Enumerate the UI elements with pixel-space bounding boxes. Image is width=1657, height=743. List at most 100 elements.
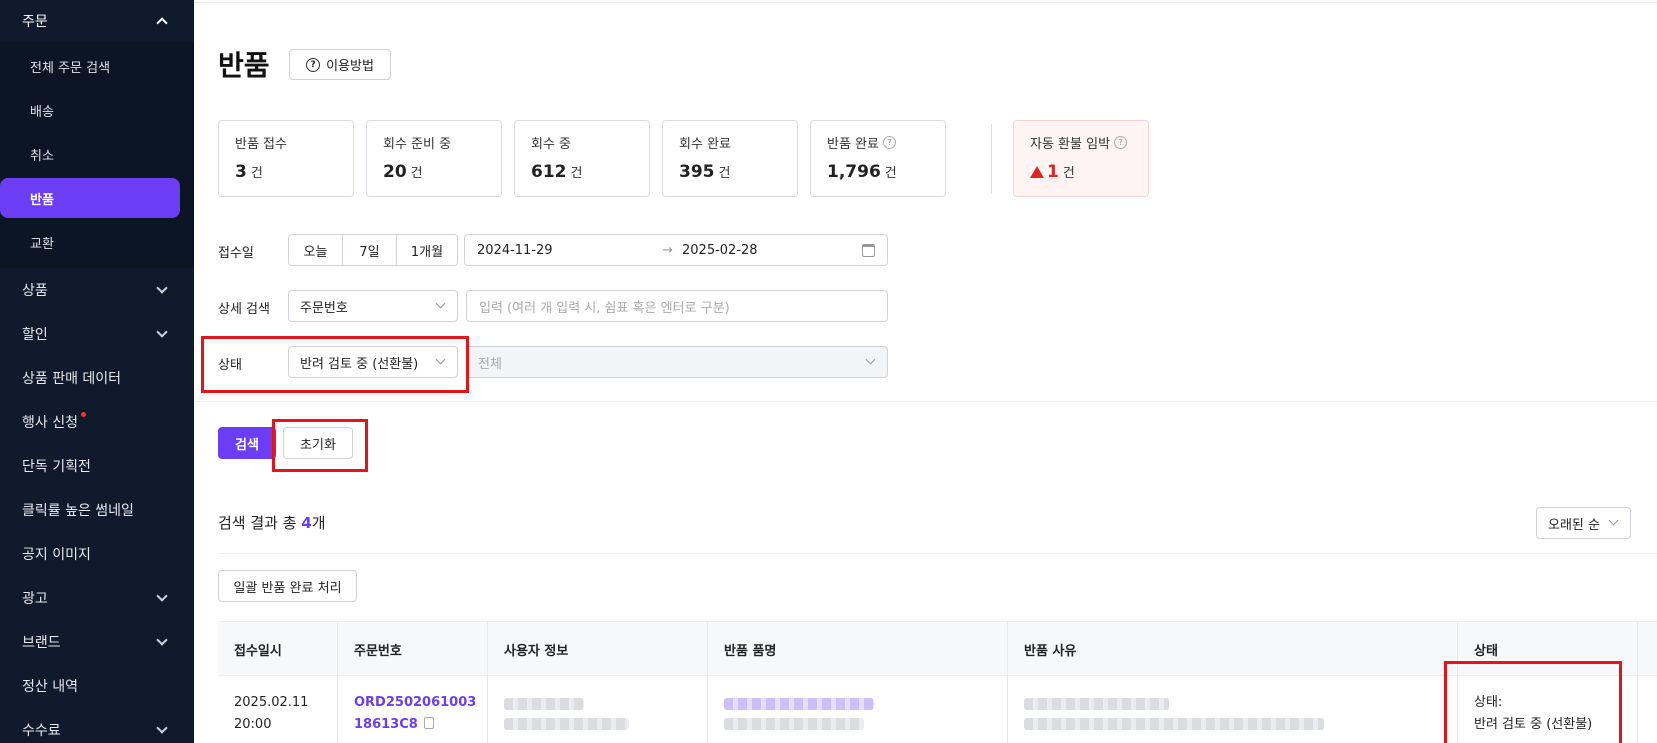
cell-item-name xyxy=(708,676,1008,743)
sidebar-item-exchange[interactable]: 교환 xyxy=(0,222,180,262)
sidebar-item-discount[interactable]: 할인 xyxy=(0,312,194,356)
sidebar-item-fees[interactable]: 수수료 xyxy=(0,708,194,743)
stat-value: 395 건 xyxy=(679,162,781,182)
date-from: 2024-11-29 xyxy=(477,242,553,258)
sidebar-item-label: 상품 xyxy=(22,283,48,299)
help-button[interactable]: ? 이용방법 xyxy=(289,49,391,80)
table-row: 2025.02.11 20:00 ORD2502061003 18613C8 상… xyxy=(218,676,1657,743)
sidebar-group-orders[interactable]: 주문 xyxy=(0,0,194,42)
stat-card-pickup-complete[interactable]: 회수 완료 395 건 xyxy=(662,120,798,197)
select-value: 오래된 순 xyxy=(1548,517,1600,533)
sidebar-item-settlement[interactable]: 정산 내역 xyxy=(0,664,194,708)
help-icon[interactable]: ? xyxy=(882,136,896,149)
detail-search-label: 상세 검색 xyxy=(218,302,270,317)
stat-unit: 건 xyxy=(570,166,583,181)
stat-card-pickup-in-progress[interactable]: 회수 중 612 건 xyxy=(514,120,650,197)
chevron-down-icon xyxy=(156,282,168,294)
status-sub-select[interactable]: 전체 xyxy=(466,346,888,378)
sidebar-item-exclusive[interactable]: 단독 기획전 xyxy=(0,444,194,488)
sidebar-item-shipping[interactable]: 배송 xyxy=(0,90,180,130)
sidebar-item-label: 상품 판매 데이터 xyxy=(22,371,122,387)
sidebar-item-brand[interactable]: 브랜드 xyxy=(0,620,194,664)
cell-date: 2025.02.11 20:00 xyxy=(218,676,338,743)
range-1m-button[interactable]: 1개월 xyxy=(397,235,457,265)
date-to: 2025-02-28 xyxy=(682,242,758,258)
stat-unit: 건 xyxy=(410,166,423,181)
sidebar-item-thumbnails[interactable]: 클릭률 높은 썸네일 xyxy=(0,488,194,532)
copy-icon[interactable] xyxy=(423,717,434,729)
redacted-text[interactable] xyxy=(724,698,874,710)
highlight-box xyxy=(272,419,368,472)
sidebar-item-notice-image[interactable]: 공지 이미지 xyxy=(0,532,194,576)
input-placeholder: 입력 (여러 개 입력 시, 쉼표 혹은 엔터로 구분) xyxy=(479,300,730,316)
highlight-box xyxy=(201,336,469,393)
stat-label: 회수 중 xyxy=(531,137,572,152)
redacted-text xyxy=(504,698,584,710)
highlight-box xyxy=(1444,661,1622,743)
sidebar-item-all-orders[interactable]: 전체 주문 검색 xyxy=(0,46,180,86)
redacted-text xyxy=(1024,698,1169,710)
chevron-down-icon xyxy=(865,354,876,365)
question-circle-icon: ? xyxy=(306,57,321,72)
search-button[interactable]: 검색 xyxy=(218,427,276,459)
page-title: 반품 xyxy=(218,49,270,82)
sidebar-item-ads[interactable]: 광고 xyxy=(0,576,194,620)
detail-search-input[interactable]: 입력 (여러 개 입력 시, 쉼표 혹은 엔터로 구분) xyxy=(466,290,888,322)
sidebar-item-sales-data[interactable]: 상품 판매 데이터 xyxy=(0,356,194,400)
bulk-return-complete-button[interactable]: 일괄 반품 완료 처리 xyxy=(218,570,357,602)
sidebar-group-label: 주문 xyxy=(22,14,48,30)
sidebar-item-cancel[interactable]: 취소 xyxy=(0,134,180,174)
date-filter-label: 접수일 xyxy=(218,246,254,261)
range-7d-button[interactable]: 7일 xyxy=(343,235,397,265)
sort-select[interactable]: 오래된 순 xyxy=(1536,507,1631,539)
result-count: 검색 결과 총 4개 xyxy=(218,512,326,533)
stat-label: 반품 완료? xyxy=(827,133,929,152)
stat-card-auto-refund-imminent[interactable]: 자동 환불 임박? 1건 xyxy=(1013,120,1149,197)
column-header: 사용자 정보 xyxy=(488,622,708,677)
column-header: 반품 품명 xyxy=(708,622,1008,677)
stat-number: 1 xyxy=(1047,162,1059,182)
stat-card-return-complete[interactable]: 반품 완료? 1,796 건 xyxy=(810,120,946,197)
date-range-picker[interactable]: 2024-11-29 → 2025-02-28 xyxy=(464,234,888,266)
sidebar-item-label: 수수료 xyxy=(22,723,61,739)
sidebar-item-label: 정산 내역 xyxy=(22,679,78,695)
select-value: 주문번호 xyxy=(300,300,348,316)
sidebar-submenu: 전체 주문 검색 배송 취소 반품 교환 xyxy=(0,42,194,268)
sidebar-item-label: 브랜드 xyxy=(22,635,61,651)
chevron-down-icon xyxy=(435,298,446,309)
stat-label: 회수 완료 xyxy=(679,137,731,152)
stat-unit: 건 xyxy=(718,166,731,181)
date-range-buttons: 오늘 7일 1개월 xyxy=(288,234,458,266)
table-header: 접수일시 주문번호 사용자 정보 반품 품명 반품 사유 상태 xyxy=(218,621,1657,677)
arrow-right-icon: → xyxy=(662,242,673,258)
result-suffix: 개 xyxy=(311,514,326,532)
column-header: 반품 사유 xyxy=(1008,622,1458,677)
range-today-button[interactable]: 오늘 xyxy=(289,235,343,265)
sidebar-item-products[interactable]: 상품 xyxy=(0,268,194,312)
result-number: 4 xyxy=(301,514,312,532)
order-number-line2: 18613C8 xyxy=(354,714,471,736)
app-root: 주문 전체 주문 검색 배송 취소 반품 교환 상품 할인 상품 판매 데이터 … xyxy=(0,0,1657,743)
stat-label-text: 자동 환불 임박 xyxy=(1030,137,1111,152)
divider xyxy=(991,124,992,194)
stat-value: 612 건 xyxy=(531,162,633,182)
stat-value: 1건 xyxy=(1030,162,1132,182)
sidebar-item-label: 클릭률 높은 썸네일 xyxy=(22,503,134,519)
order-number-link[interactable]: ORD2502061003 xyxy=(354,692,476,714)
order-number-link[interactable]: 18613C8 xyxy=(354,717,418,732)
stat-value: 1,796 건 xyxy=(827,162,929,182)
main-content: 반품 ? 이용방법 반품 접수 3건 회수 준비 중 20 건 회수 중 612 건… xyxy=(194,0,1657,743)
divider xyxy=(194,401,1657,402)
cell-date-day: 2025.02.11 xyxy=(234,695,309,710)
stat-card-pickup-preparing[interactable]: 회수 준비 중 20 건 xyxy=(366,120,502,197)
sidebar-item-returns[interactable]: 반품 xyxy=(0,178,180,218)
sidebar-item-label: 광고 xyxy=(22,591,48,607)
sidebar-item-event-apply[interactable]: 행사 신청 xyxy=(0,400,194,444)
stat-card-received[interactable]: 반품 접수 3건 xyxy=(218,120,354,197)
detail-search-select[interactable]: 주문번호 xyxy=(288,290,458,322)
stat-number: 3 xyxy=(235,162,247,182)
help-icon[interactable]: ? xyxy=(1114,136,1128,149)
divider xyxy=(194,2,1657,3)
column-header: 주문번호 xyxy=(338,622,488,677)
calendar-icon xyxy=(862,244,875,257)
